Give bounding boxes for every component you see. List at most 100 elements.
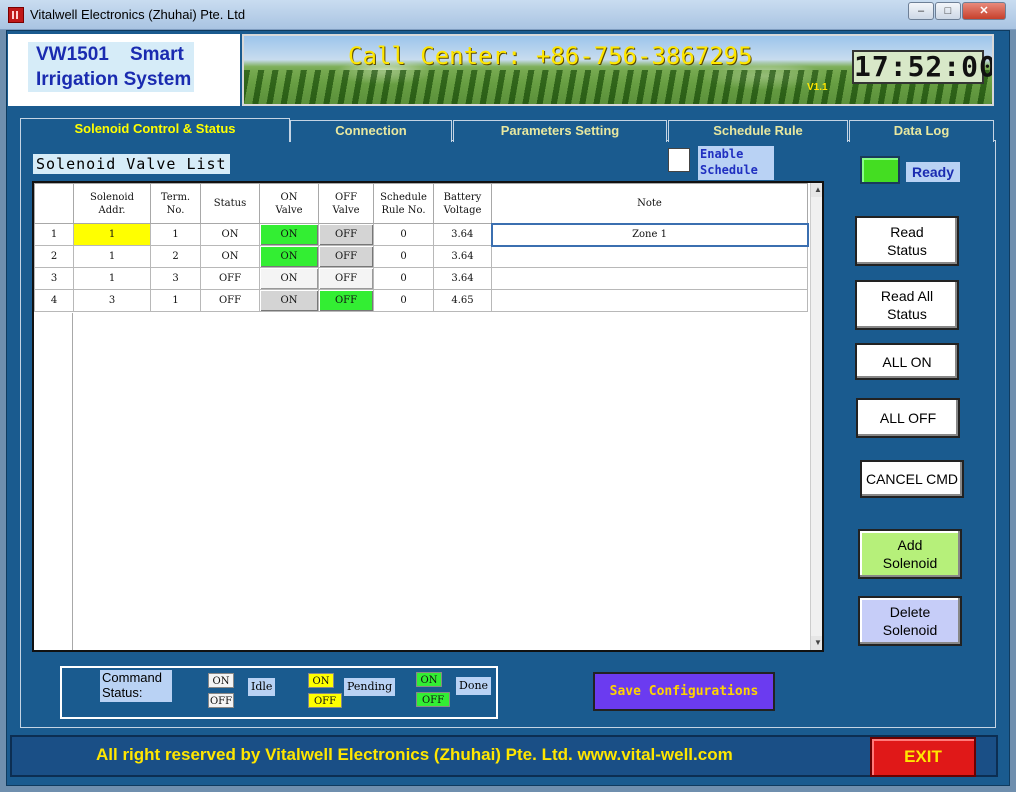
ready-status-label: Ready <box>906 162 960 182</box>
column-header-note[interactable]: Note <box>491 183 808 224</box>
col-battery-line2: Voltage <box>443 204 482 216</box>
exit-button[interactable]: EXIT <box>870 737 976 777</box>
on-valve-button[interactable]: ON <box>259 289 319 312</box>
column-header-status[interactable]: Status <box>200 183 260 224</box>
legend-idle-off-chip: OFF <box>208 693 234 708</box>
table-row[interactable]: 4 3 1 OFF ON OFF 0 4.65 <box>34 289 808 312</box>
row-number[interactable]: 3 <box>34 267 74 290</box>
close-button[interactable]: ✕ <box>962 2 1006 20</box>
cell-note[interactable] <box>491 267 808 290</box>
enable-schedule-label-line2: Schedule <box>700 163 758 177</box>
col-battery-line1: Battery <box>443 191 482 203</box>
cell-addr[interactable]: 1 <box>73 267 151 290</box>
on-valve-button[interactable]: ON <box>259 245 319 268</box>
cell-voltage: 4.65 <box>433 289 492 312</box>
legend-done-off-chip: OFF <box>416 692 450 707</box>
cell-rule[interactable]: 0 <box>373 267 434 290</box>
column-header-term[interactable]: Term. No. <box>150 183 201 224</box>
legend-idle-label: Idle <box>248 678 276 696</box>
col-on-line2: Valve <box>275 204 303 216</box>
scroll-up-arrow-icon[interactable]: ▲ <box>811 183 822 197</box>
legend-pending-on-chip: ON <box>308 673 334 688</box>
solenoid-valve-grid[interactable]: Solenoid Addr. Term. No. Status ON Valve OF… <box>32 181 824 652</box>
col-on-line1: ON <box>280 191 298 203</box>
maximize-button[interactable]: □ <box>935 2 961 20</box>
cell-note[interactable] <box>491 289 808 312</box>
enable-schedule-checkbox[interactable] <box>668 148 690 172</box>
col-term-line1: Term. <box>160 191 191 203</box>
cell-term[interactable]: 1 <box>150 223 201 246</box>
cell-rule[interactable]: 0 <box>373 223 434 246</box>
product-title-line2: Irrigation System <box>36 69 192 90</box>
off-valve-button[interactable]: OFF <box>318 245 374 268</box>
title-bar: Vitalwell Electronics (Zhuhai) Pte. Ltd … <box>0 0 1016 30</box>
cell-rule[interactable]: 0 <box>373 245 434 268</box>
read-status-button[interactable]: Read Status <box>855 216 959 266</box>
all-on-button[interactable]: ALL ON <box>855 343 959 380</box>
table-row[interactable]: 1 1 1 ON ON OFF 0 3.64 Zone 1 <box>34 222 809 247</box>
delete-solenoid-button[interactable]: Delete Solenoid <box>858 596 962 646</box>
row-number[interactable]: 4 <box>34 289 74 312</box>
cell-term[interactable]: 1 <box>150 289 201 312</box>
cell-voltage: 3.64 <box>433 267 492 290</box>
tab-solenoid-control[interactable]: Solenoid Control & Status <box>20 118 290 142</box>
cell-term[interactable]: 2 <box>150 245 201 268</box>
cell-voltage: 3.64 <box>433 223 492 246</box>
all-off-button[interactable]: ALL OFF <box>856 398 960 438</box>
col-addr-line1: Solenoid <box>89 191 135 203</box>
cell-note[interactable]: Zone 1 <box>490 222 809 247</box>
col-addr-line2: Addr. <box>98 204 126 216</box>
col-note-line1: Note <box>637 197 662 209</box>
tab-schedule-rule[interactable]: Schedule Rule <box>668 120 848 142</box>
ready-indicator-led <box>860 156 900 184</box>
column-header-schedule-rule[interactable]: Schedule Rule No. <box>373 183 434 224</box>
minimize-button[interactable]: – <box>908 2 934 20</box>
scroll-down-arrow-icon[interactable]: ▼ <box>811 636 822 650</box>
on-valve-button[interactable]: ON <box>259 223 319 246</box>
vertical-scrollbar[interactable]: ▲ ▼ <box>810 183 822 650</box>
column-header-on-valve[interactable]: ON Valve <box>259 183 319 224</box>
tab-data-log[interactable]: Data Log <box>849 120 994 142</box>
cell-note[interactable] <box>491 245 808 268</box>
on-valve-button[interactable]: ON <box>259 267 319 290</box>
cell-addr[interactable]: 1 <box>73 245 151 268</box>
off-valve-button[interactable]: OFF <box>318 267 374 290</box>
row-number[interactable]: 1 <box>34 223 74 246</box>
save-configurations-button[interactable]: Save Configurations <box>593 672 775 711</box>
cell-addr[interactable]: 1 <box>73 223 151 246</box>
window-title: Vitalwell Electronics (Zhuhai) Pte. Ltd <box>30 7 246 22</box>
column-header-addr[interactable]: Solenoid Addr. <box>73 183 151 224</box>
tab-connection[interactable]: Connection <box>290 120 452 142</box>
enable-schedule-label-line1: Enable <box>700 147 744 161</box>
column-header-battery[interactable]: Battery Voltage <box>433 183 492 224</box>
table-header-row: Solenoid Addr. Term. No. Status ON Valve OF… <box>34 183 808 224</box>
table-row[interactable]: 3 1 3 OFF ON OFF 0 3.64 <box>34 267 808 290</box>
off-valve-button[interactable]: OFF <box>318 289 374 312</box>
footer-copyright: All right reserved by Vitalwell Electron… <box>96 745 733 764</box>
cell-voltage: 3.64 <box>433 245 492 268</box>
cancel-cmd-button[interactable]: CANCEL CMD <box>860 460 964 498</box>
row-number[interactable]: 2 <box>34 245 74 268</box>
cell-status: OFF <box>200 289 260 312</box>
tab-parameters-setting[interactable]: Parameters Setting <box>453 120 667 142</box>
legend-done-label: Done <box>456 677 492 695</box>
digital-clock: 17:52:00 <box>852 50 994 84</box>
legend-title: Command Status: <box>100 670 172 702</box>
irrigation-banner: Call Center: +86-756-3867295 V1.1 17:52:… <box>242 34 994 106</box>
table-row[interactable]: 2 1 2 ON ON OFF 0 3.64 <box>34 245 808 268</box>
cell-term[interactable]: 3 <box>150 267 201 290</box>
cell-rule[interactable]: 0 <box>373 289 434 312</box>
cell-status: OFF <box>200 267 260 290</box>
section-title: Solenoid Valve List <box>33 154 230 174</box>
cell-addr[interactable]: 3 <box>73 289 151 312</box>
cell-status: ON <box>200 223 260 246</box>
add-solenoid-button[interactable]: Add Solenoid <box>858 529 962 579</box>
off-valve-button[interactable]: OFF <box>318 223 374 246</box>
product-title-line1: VW1501 Smart <box>36 44 184 65</box>
col-term-line2: No. <box>166 204 185 216</box>
legend-pending-off-chip: OFF <box>308 693 342 708</box>
read-all-status-button[interactable]: Read All Status <box>855 280 959 330</box>
enable-schedule-label: Enable Schedule <box>698 146 774 180</box>
column-header-off-valve[interactable]: OFF Valve <box>318 183 374 224</box>
call-center-text: Call Center: +86-756-3867295 <box>348 42 753 70</box>
